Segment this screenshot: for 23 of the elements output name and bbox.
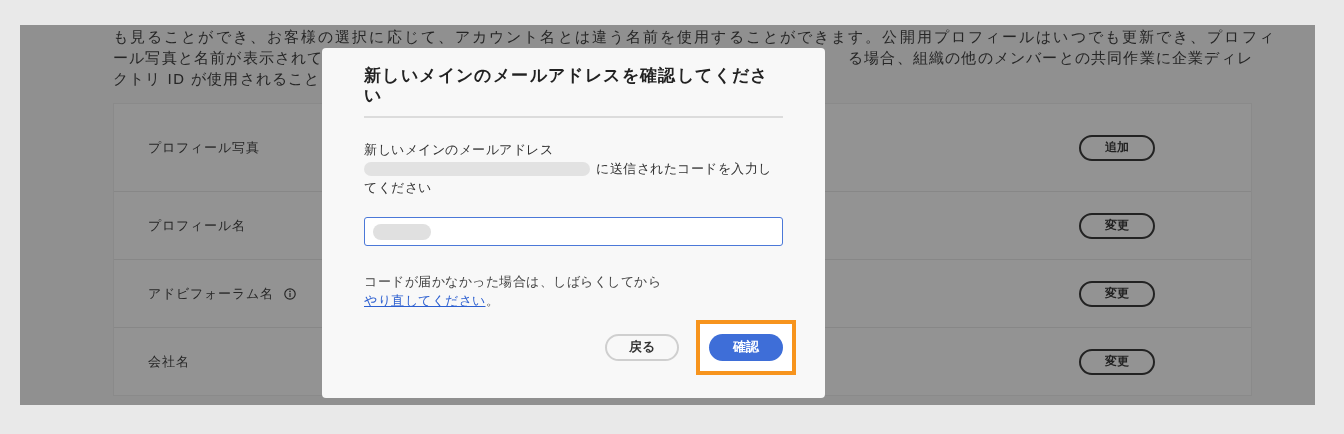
row-button[interactable]: 変更 xyxy=(1079,280,1155,307)
row-label: プロフィール写真 xyxy=(148,138,260,157)
resend-hint: コードが届かなかった場合は、しばらくしてから やり直してください。 xyxy=(364,273,662,310)
info-icon[interactable] xyxy=(284,287,296,300)
back-button[interactable]: 戻る xyxy=(605,334,679,361)
row-label: プロフィール名 xyxy=(148,216,246,235)
retry-link[interactable]: やり直してください xyxy=(364,293,486,308)
description-text: も見ることができ、お客様の選択に応じて、アカウント名とは違う名前を使用することができます。公開用プロフィールはいつでも更新でき、プロフィ xyxy=(113,28,1276,47)
description-text: る場合、組織の他のメンバーとの共同作業に企業ディレ xyxy=(848,49,1253,68)
row-button[interactable]: 追加 xyxy=(1079,134,1155,161)
row-label: アドビフォーラム名 xyxy=(148,284,274,303)
description-text: クトリ ID が使用されること xyxy=(113,70,321,89)
code-field[interactable] xyxy=(364,217,783,246)
confirm-button[interactable]: 確認 xyxy=(709,334,783,361)
row-button[interactable]: 変更 xyxy=(1079,212,1155,239)
prompt-text: 新しいメインのメールアドレス xyxy=(364,141,554,159)
redaction-bar xyxy=(373,223,431,240)
description-text: ール写真と名前が表示されて xyxy=(113,49,324,68)
row-button[interactable]: 変更 xyxy=(1079,348,1155,375)
prompt-text: に送信されたコードを入力し xyxy=(596,160,772,178)
row-label: 会社名 xyxy=(148,352,190,371)
dialog-title: 新しいメインのメールアドレスを確認してください xyxy=(364,66,769,106)
prompt-text: てください xyxy=(364,179,433,197)
